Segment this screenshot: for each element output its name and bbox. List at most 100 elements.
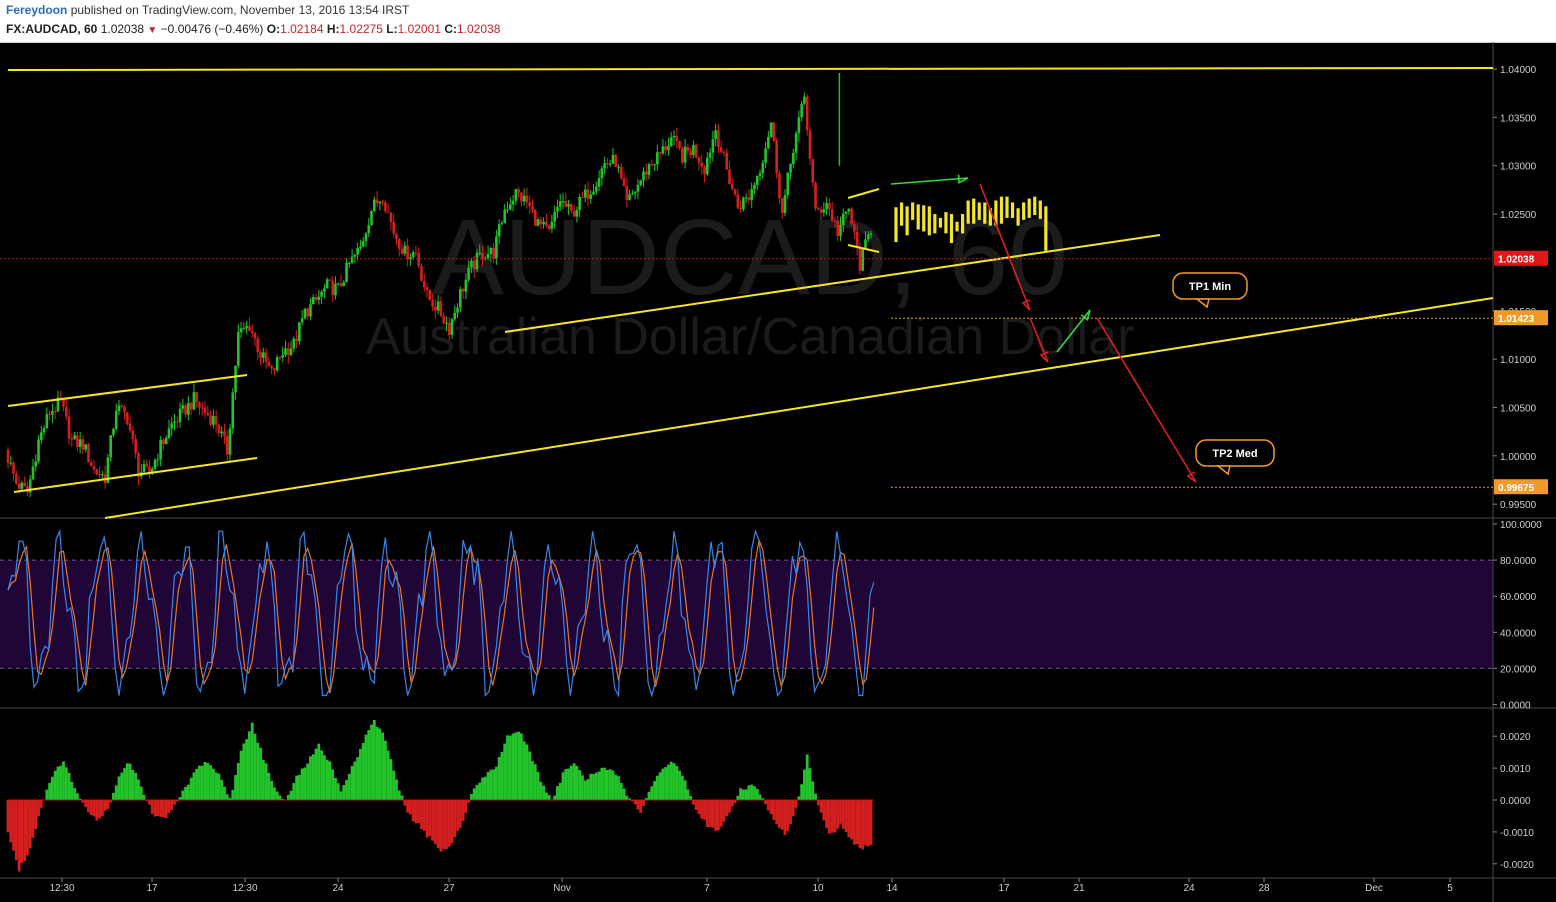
arrow-down-red: [1096, 317, 1197, 483]
histogram-bar: [828, 800, 831, 834]
candle-body: [503, 209, 507, 223]
histogram-bar: [328, 761, 332, 800]
histogram-bar: [87, 800, 90, 813]
candle-body: [262, 352, 265, 358]
histogram-bar: [567, 768, 570, 800]
histogram-bar: [395, 779, 398, 800]
close-label: C:: [444, 22, 457, 36]
chart-header: Fereydoon published on TradingView.com, …: [0, 0, 1556, 43]
candle-body: [395, 233, 398, 240]
candle-body: [847, 208, 851, 212]
projection-bar: [1010, 202, 1015, 218]
projection-bar: [1022, 202, 1026, 220]
candle-body: [672, 135, 676, 138]
symbol-line: FX:AUDCAD, 60 1.02038 ▼ −0.00476 (−0.46%…: [6, 22, 500, 36]
projection-bar: [999, 196, 1004, 224]
histogram-bar: [603, 767, 607, 800]
candle-body: [245, 325, 248, 329]
candle-body: [481, 252, 484, 259]
histogram-bar: [231, 790, 235, 800]
histogram-bar: [206, 763, 210, 800]
candle-body: [464, 279, 468, 292]
candle-body: [95, 469, 99, 475]
candle-body: [792, 152, 795, 165]
projection-bar: [944, 212, 948, 234]
histogram-bar: [322, 755, 326, 800]
histogram-bar: [403, 800, 407, 806]
histogram-bar: [611, 770, 615, 800]
histogram-bar: [458, 800, 462, 828]
candle-body: [608, 163, 612, 165]
candle-body: [231, 392, 235, 429]
candle-body: [325, 279, 329, 289]
stoch-tick-label: 80.0000: [1500, 556, 1537, 567]
histogram-bar: [575, 765, 579, 800]
histogram-bar: [142, 794, 146, 800]
candle-body: [317, 296, 321, 300]
candle-body: [142, 464, 146, 473]
candle-body: [470, 260, 473, 268]
candle-body: [706, 157, 709, 175]
histogram-bar: [608, 769, 612, 800]
histogram-bar: [356, 757, 360, 800]
histogram-bar: [17, 800, 21, 872]
histogram-bar: [389, 759, 393, 800]
author-link[interactable]: Fereydoon: [6, 3, 67, 17]
histogram-bar: [489, 769, 493, 800]
candle-body: [195, 392, 198, 403]
candle-body: [356, 248, 359, 255]
histogram-bar: [753, 786, 756, 800]
histogram-bar: [292, 783, 296, 800]
histogram-bar: [306, 763, 310, 800]
candle-body: [844, 211, 848, 214]
histogram-bar: [28, 800, 32, 849]
candle-body: [237, 332, 240, 366]
histogram-bar: [508, 735, 512, 800]
low-label: L:: [386, 22, 398, 36]
histogram-pane: [6, 720, 874, 872]
candle-body: [486, 254, 490, 258]
stoch-tick-label: 100.0000: [1500, 520, 1542, 531]
candle-body: [739, 207, 742, 210]
histogram-bar: [64, 767, 68, 800]
histogram-bar: [153, 800, 157, 817]
projection-bar: [966, 200, 970, 224]
candle-body: [514, 189, 518, 201]
histogram-bar: [728, 800, 731, 813]
histogram-bar: [345, 780, 348, 800]
hist-tick-label: 0.0000: [1500, 796, 1531, 807]
symbol-name[interactable]: FX:AUDCAD, 60: [6, 22, 97, 36]
candle-body: [164, 437, 168, 445]
histogram-bar: [6, 800, 10, 833]
candle-body: [733, 189, 737, 195]
candle-body: [40, 432, 43, 440]
candle-body: [708, 152, 712, 158]
histogram-bar: [672, 763, 676, 800]
candle-body: [830, 209, 834, 221]
candle-body: [625, 185, 629, 200]
histogram-bar: [192, 772, 196, 800]
projection-bar: [899, 202, 904, 226]
histogram-bar: [506, 735, 509, 800]
candle-body: [350, 256, 354, 263]
time-tick-label: 10: [812, 883, 824, 894]
candle-body: [561, 201, 565, 203]
histogram-bar: [67, 772, 71, 800]
histogram-bar: [184, 786, 187, 800]
candle-body: [755, 175, 759, 185]
histogram-bar: [334, 777, 337, 800]
histogram-bar: [353, 761, 357, 800]
histogram-bar: [220, 779, 224, 800]
candle-body: [864, 239, 867, 249]
histogram-bar: [783, 800, 787, 836]
histogram-bar: [425, 800, 429, 838]
histogram-bar: [503, 743, 507, 800]
histogram-bar: [48, 782, 52, 800]
histogram-bar: [325, 760, 329, 800]
histogram-bar: [234, 775, 237, 800]
chart-canvas[interactable]: AUDCAD, 60Australian Dollar/Canadian Dol…: [0, 42, 1556, 902]
histogram-bar: [84, 800, 88, 808]
candle-body: [175, 421, 179, 423]
candle-body: [497, 224, 501, 237]
candle-body: [803, 96, 806, 104]
